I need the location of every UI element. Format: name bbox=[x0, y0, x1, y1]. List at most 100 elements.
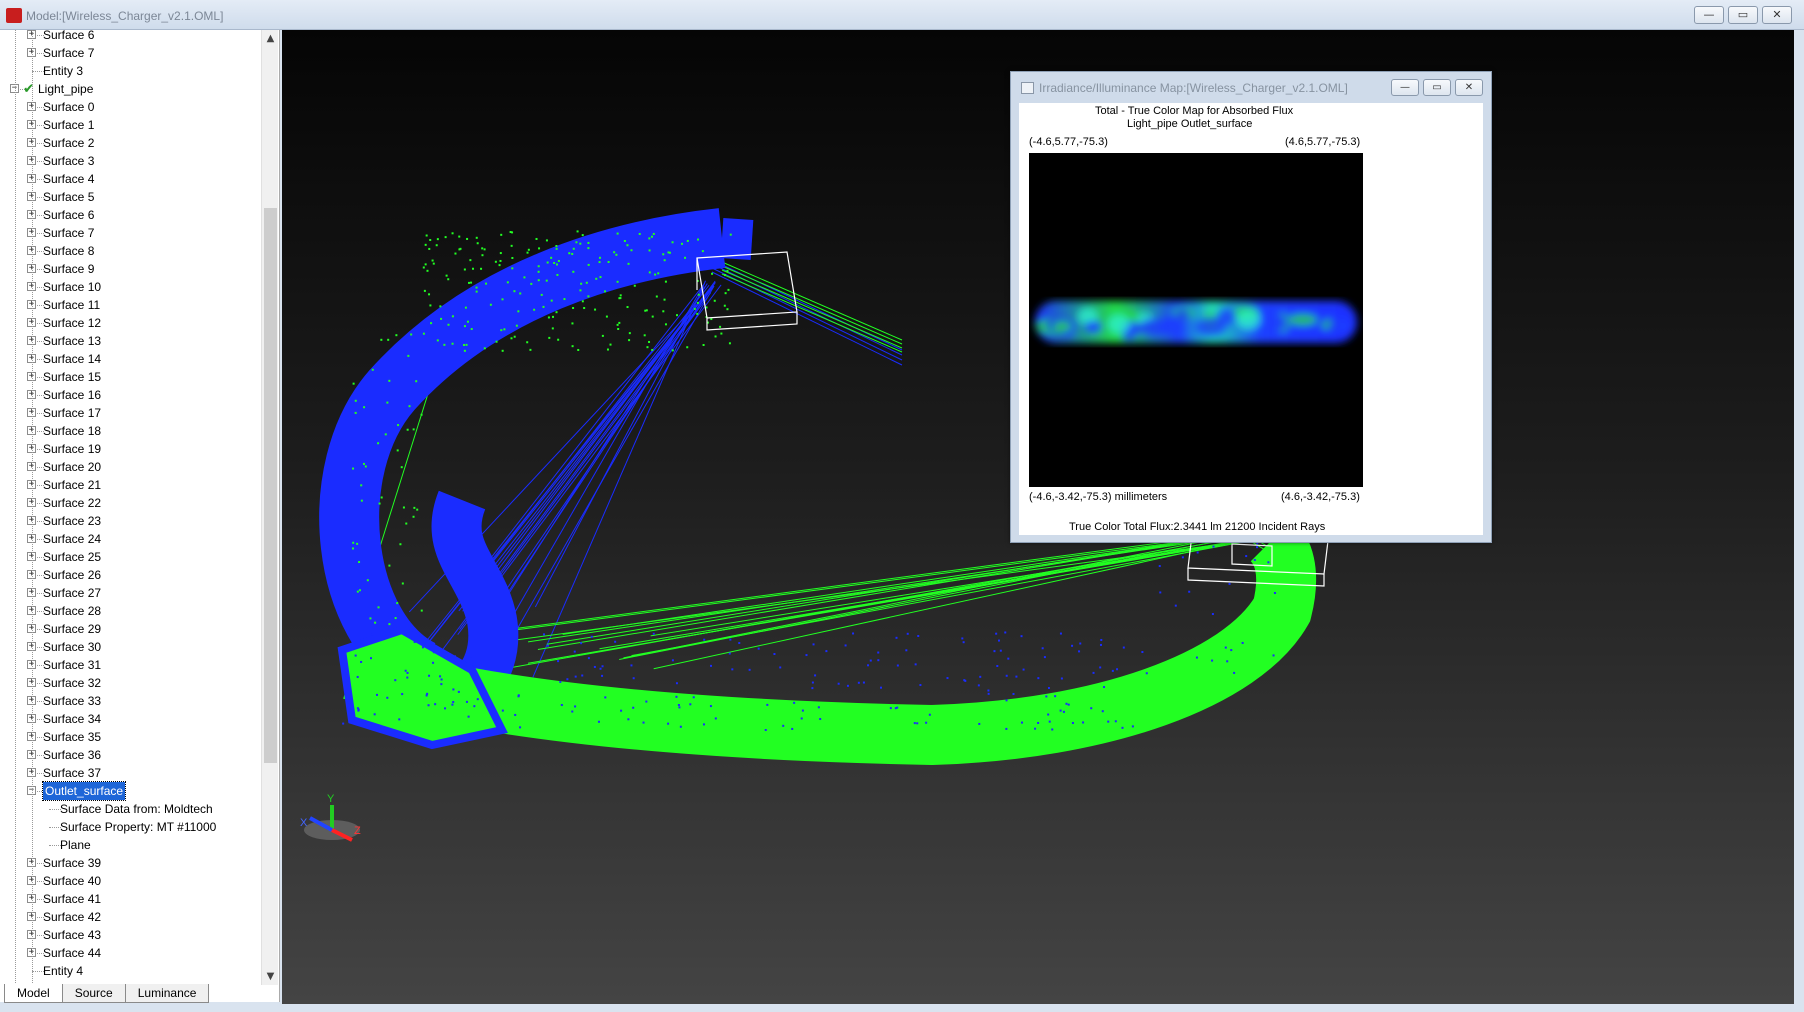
tree-item[interactable]: + Surface 23 bbox=[0, 512, 260, 530]
tree-item-label: Surface 13 bbox=[43, 334, 102, 348]
tree-item[interactable]: + Surface 1 bbox=[0, 116, 260, 134]
tree-item[interactable]: + Surface 2 bbox=[0, 134, 260, 152]
tree-item[interactable]: + Surface 43 bbox=[0, 926, 260, 944]
tree-item[interactable]: + Surface 35 bbox=[0, 728, 260, 746]
tree-item[interactable]: + Surface 9 bbox=[0, 260, 260, 278]
tree-item[interactable]: Surface Property: MT #11000 bbox=[0, 818, 260, 836]
tree-item[interactable]: + Surface 40 bbox=[0, 872, 260, 890]
tree-item[interactable]: + Surface 37 bbox=[0, 764, 260, 782]
map-close-button[interactable]: ✕ bbox=[1455, 79, 1483, 96]
tree-item[interactable]: + Surface 34 bbox=[0, 710, 260, 728]
tree-item[interactable]: + Surface 29 bbox=[0, 620, 260, 638]
tree-item[interactable]: + Surface 7 bbox=[0, 224, 260, 242]
irradiance-map-window[interactable]: Irradiance/Illuminance Map:[Wireless_Cha… bbox=[1010, 71, 1492, 543]
tree-item[interactable]: + Surface 27 bbox=[0, 584, 260, 602]
tree-item-label: Surface 8 bbox=[43, 244, 95, 258]
tree-item[interactable]: + Surface 25 bbox=[0, 548, 260, 566]
tree-item[interactable]: + Surface 22 bbox=[0, 494, 260, 512]
tree-item-label: Surface Property: MT #11000 bbox=[60, 820, 217, 834]
tree-item-label: Surface 43 bbox=[43, 928, 102, 942]
app-logo-icon bbox=[6, 8, 22, 23]
tree-item[interactable]: + Surface 20 bbox=[0, 458, 260, 476]
tree-item[interactable]: + Surface 19 bbox=[0, 440, 260, 458]
scroll-thumb[interactable] bbox=[264, 208, 277, 763]
tree-item[interactable]: + Surface 13 bbox=[0, 332, 260, 350]
tree-item-label: Surface 25 bbox=[43, 550, 102, 564]
tree-item-label: Surface 34 bbox=[43, 712, 102, 726]
tree-item-label: Surface 29 bbox=[43, 622, 102, 636]
map-content: Total - True Color Map for Absorbed Flux… bbox=[1019, 103, 1483, 535]
minimize-button[interactable]: — bbox=[1694, 6, 1724, 24]
tree-scrollbar[interactable]: ▲ ▼ bbox=[261, 30, 278, 985]
tree-item[interactable]: + Surface 16 bbox=[0, 386, 260, 404]
tree-item[interactable]: + Surface 42 bbox=[0, 908, 260, 926]
scroll-down-icon[interactable]: ▼ bbox=[262, 968, 279, 985]
model-tree: + Surface 6 + Surface 7 Entity 3− ✔ Light_pipe… bbox=[0, 30, 262, 985]
corner-bottom-right: (4.6,-3.42,-75.3) bbox=[1281, 491, 1360, 503]
tree-item[interactable]: + Surface 8 bbox=[0, 242, 260, 260]
tree-item[interactable]: + Surface 41 bbox=[0, 890, 260, 908]
tree-item-label: Surface 3 bbox=[43, 154, 95, 168]
tree-item[interactable]: + Surface 31 bbox=[0, 656, 260, 674]
tab-source[interactable]: Source bbox=[61, 984, 126, 1003]
tree-item-label: Surface 1 bbox=[43, 118, 95, 132]
tree-item[interactable]: + Surface 6 bbox=[0, 30, 260, 44]
tree-item[interactable]: + Surface 36 bbox=[0, 746, 260, 764]
tree-item[interactable]: + Surface 18 bbox=[0, 422, 260, 440]
tree-item[interactable]: Entity 3 bbox=[0, 62, 260, 80]
tree-item-label: Surface 9 bbox=[43, 262, 95, 276]
tree-item[interactable]: Entity 4 bbox=[0, 962, 260, 980]
tree-item-label: Surface 7 bbox=[43, 226, 95, 240]
checkmark-icon: ✔ bbox=[23, 81, 35, 97]
tree-item[interactable]: + Surface 44 bbox=[0, 944, 260, 962]
tab-model[interactable]: Model bbox=[4, 984, 63, 1003]
map-minimize-button[interactable]: — bbox=[1391, 79, 1419, 96]
tree-item[interactable]: + Surface 17 bbox=[0, 404, 260, 422]
total-flux-footer: True Color Total Flux:2.3441 lm 21200 In… bbox=[1069, 521, 1326, 533]
corner-top-right: (4.6,5.77,-75.3) bbox=[1285, 136, 1361, 148]
tree-item[interactable]: + Surface 24 bbox=[0, 530, 260, 548]
tree-item[interactable]: Plane bbox=[0, 836, 260, 854]
tree-item-label: Surface 32 bbox=[43, 676, 102, 690]
tree-item[interactable]: + Surface 0 bbox=[0, 98, 260, 116]
model-tree-panel: + Surface 6 + Surface 7 Entity 3− ✔ Light_pipe… bbox=[0, 30, 280, 1003]
tree-item[interactable]: + Surface 14 bbox=[0, 350, 260, 368]
tree-item[interactable]: + Surface 7 bbox=[0, 44, 260, 62]
tree-item[interactable]: + Surface 3 bbox=[0, 152, 260, 170]
tree-item-label: Entity 3 bbox=[43, 64, 84, 78]
tree-item[interactable]: + Surface 11 bbox=[0, 296, 260, 314]
tree-item[interactable]: + Surface 10 bbox=[0, 278, 260, 296]
tree-item-label: Surface 14 bbox=[43, 352, 102, 366]
tree-item-label: Surface 39 bbox=[43, 856, 102, 870]
tree-item[interactable]: Surface Data from: Moldtech bbox=[0, 800, 260, 818]
tree-item-label: Surface 41 bbox=[43, 892, 102, 906]
tree-item[interactable]: + Surface 6 bbox=[0, 206, 260, 224]
title-bar: Model:[Wireless_Charger_v2.1.OML] — ▭ ✕ bbox=[0, 0, 1804, 30]
map-maximize-button[interactable]: ▭ bbox=[1423, 79, 1451, 96]
tree-item[interactable]: + Surface 28 bbox=[0, 602, 260, 620]
maximize-button[interactable]: ▭ bbox=[1728, 6, 1758, 24]
tree-item[interactable]: + Surface 12 bbox=[0, 314, 260, 332]
tree-guide bbox=[15, 30, 16, 985]
tree-item-label: Surface 44 bbox=[43, 946, 102, 960]
tree-item[interactable]: + Surface 39 bbox=[0, 854, 260, 872]
tree-item-label: Surface 30 bbox=[43, 640, 102, 654]
tree-item-label: Surface 7 bbox=[43, 46, 95, 60]
tree-item[interactable]: + Surface 21 bbox=[0, 476, 260, 494]
tree-item[interactable]: + Surface 4 bbox=[0, 170, 260, 188]
tree-item[interactable]: − ✔ Light_pipe bbox=[0, 80, 260, 98]
tree-item[interactable]: + Surface 32 bbox=[0, 674, 260, 692]
tree-item[interactable]: + Surface 30 bbox=[0, 638, 260, 656]
tree-item-label: Surface 36 bbox=[43, 748, 102, 762]
tree-item-label: Surface 26 bbox=[43, 568, 102, 582]
tree-item[interactable]: + Surface 26 bbox=[0, 566, 260, 584]
close-button[interactable]: ✕ bbox=[1762, 6, 1792, 24]
tab-luminance[interactable]: Luminance bbox=[124, 984, 210, 1003]
tree-item-label: Surface 42 bbox=[43, 910, 102, 924]
tree-item[interactable]: + Surface 5 bbox=[0, 188, 260, 206]
tree-item[interactable]: + Surface 15 bbox=[0, 368, 260, 386]
scroll-up-icon[interactable]: ▲ bbox=[262, 30, 279, 47]
tree-item-label: Surface 15 bbox=[43, 370, 102, 384]
tree-item[interactable]: + Surface 33 bbox=[0, 692, 260, 710]
tree-item[interactable]: − Outlet_surface bbox=[0, 781, 260, 801]
